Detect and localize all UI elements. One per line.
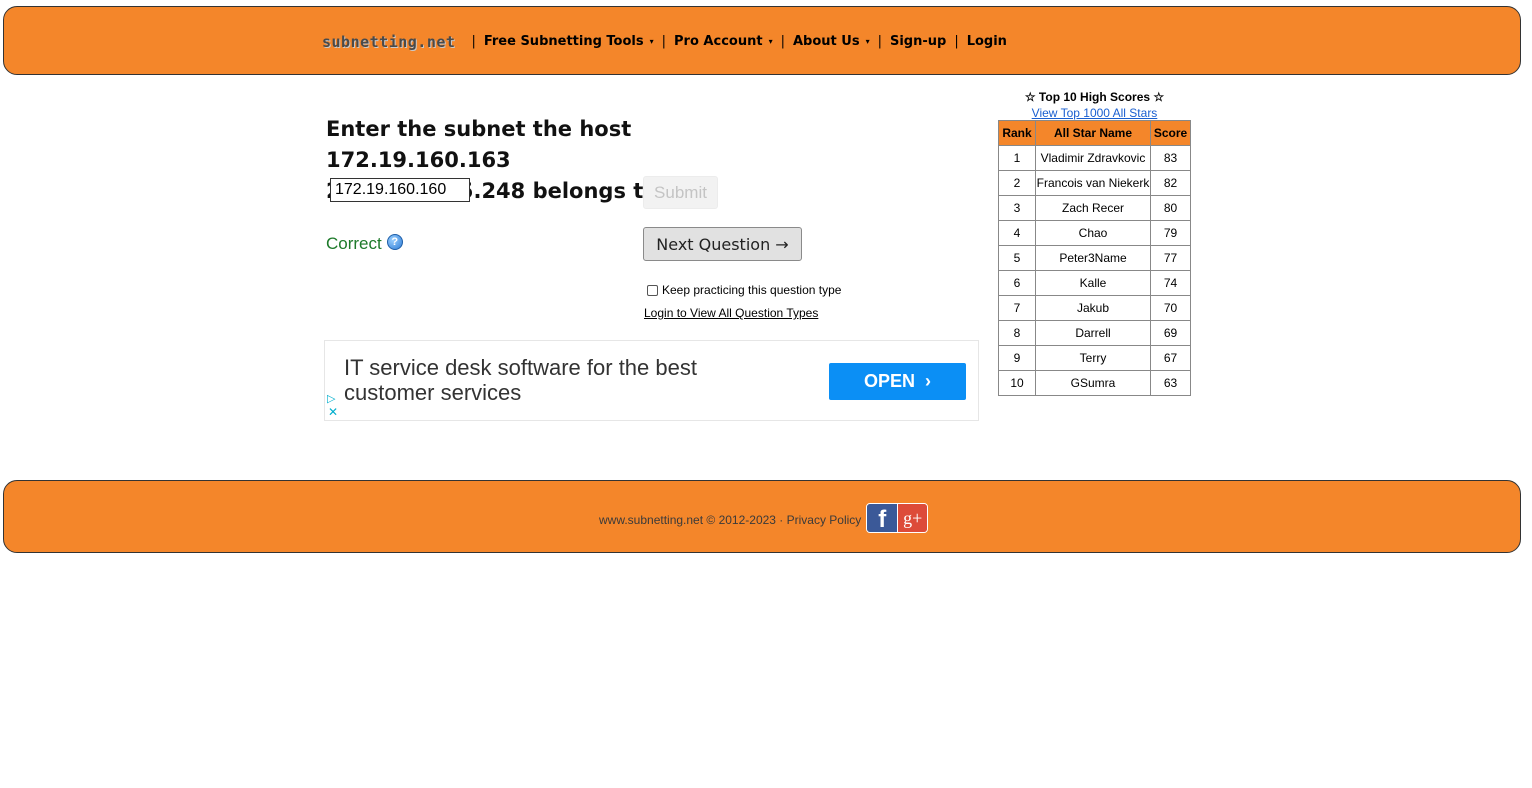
rank-cell: 2 — [998, 170, 1036, 196]
name-cell: GSumra — [1035, 370, 1151, 396]
table-row: 2 Francois van Niekerk 82 — [998, 170, 1191, 196]
site-header: subnetting.net | Free Subnetting Tools ▾… — [3, 6, 1521, 75]
nav-label: Free Subnetting Tools — [483, 34, 644, 49]
rank-cell: 7 — [998, 295, 1036, 321]
nav-sign-up[interactable]: Sign-up — [890, 34, 946, 49]
nav-label: Pro Account — [674, 34, 763, 49]
rank-cell: 6 — [998, 270, 1036, 296]
table-row: 8 Darrell 69 — [998, 320, 1191, 346]
view-all-stars-link[interactable]: View Top 1000 All Stars — [998, 106, 1191, 120]
keep-practicing-label: Keep practicing this question type — [662, 283, 842, 297]
ad-text[interactable]: IT service desk software for the best cu… — [344, 355, 764, 405]
result-text: Correct — [326, 234, 382, 253]
ad-banner[interactable]: IT service desk software for the best cu… — [324, 340, 979, 421]
login-question-types-link[interactable]: Login to View All Question Types — [644, 306, 818, 320]
close-icon[interactable]: ✕ — [328, 405, 338, 419]
nav-separator: | — [877, 34, 882, 49]
chevron-down-icon: ▾ — [649, 37, 654, 46]
nav-pro-account[interactable]: Pro Account ▾ — [674, 34, 773, 49]
table-row: 5 Peter3Name 77 — [998, 245, 1191, 271]
main-nav: subnetting.net | Free Subnetting Tools ▾… — [322, 7, 1007, 76]
name-cell: Vladimir Zdravkovic — [1035, 145, 1151, 171]
nav-login[interactable]: Login — [967, 34, 1007, 49]
name-cell: Chao — [1035, 220, 1151, 246]
question-mark-icon[interactable]: ? — [386, 234, 403, 250]
keep-practicing-option[interactable]: Keep practicing this question type — [647, 283, 841, 297]
high-scores-table: Rank All Star Name Score 1 Vladimir Zdra… — [998, 120, 1191, 396]
table-row: 1 Vladimir Zdravkovic 83 — [998, 145, 1191, 171]
table-row: 7 Jakub 70 — [998, 295, 1191, 321]
table-row: 6 Kalle 74 — [998, 270, 1191, 296]
ad-open-button[interactable]: OPEN › — [829, 363, 966, 400]
rank-cell: 1 — [998, 145, 1036, 171]
ad-open-label: OPEN — [863, 371, 915, 391]
submit-button[interactable]: Submit — [643, 176, 718, 209]
chevron-down-icon: ▾ — [865, 37, 870, 46]
table-row: 4 Chao 79 — [998, 220, 1191, 246]
site-logo[interactable]: subnetting.net — [322, 33, 455, 51]
score-cell: 77 — [1150, 245, 1191, 271]
facebook-icon[interactable]: f — [867, 504, 898, 532]
nav-separator: | — [780, 34, 785, 49]
rank-cell: 3 — [998, 195, 1036, 221]
score-cell: 80 — [1150, 195, 1191, 221]
keep-practicing-checkbox[interactable] — [647, 284, 658, 296]
nav-separator: | — [471, 34, 476, 49]
ad-choices-icon[interactable]: ▷ — [327, 392, 335, 405]
score-cell: 70 — [1150, 295, 1191, 321]
nav-separator: | — [954, 34, 959, 49]
question-line-1: Enter the subnet the host 172.19.160.163 — [326, 117, 632, 172]
name-cell: Zach Recer — [1035, 195, 1151, 221]
name-cell: Kalle — [1035, 270, 1151, 296]
privacy-policy-link[interactable]: Privacy Policy — [787, 513, 862, 527]
google-plus-icon[interactable]: g+ — [897, 504, 927, 532]
table-row: 9 Terry 67 — [998, 345, 1191, 371]
score-cell: 74 — [1150, 270, 1191, 296]
footer-text: www.subnetting.net © 2012-2023 · Privacy… — [599, 513, 861, 527]
table-header-row: Rank All Star Name Score — [998, 120, 1191, 146]
score-cell: 79 — [1150, 220, 1191, 246]
name-cell: Peter3Name — [1035, 245, 1151, 271]
column-header-score: Score — [1150, 120, 1191, 146]
chevron-right-icon: › — [925, 371, 931, 391]
copyright-text: www.subnetting.net © 2012-2023 · — [599, 513, 787, 527]
score-cell: 82 — [1150, 170, 1191, 196]
column-header-rank: Rank — [998, 120, 1036, 146]
chevron-down-icon: ▾ — [768, 37, 773, 46]
score-cell: 63 — [1150, 370, 1191, 396]
answer-input[interactable] — [330, 178, 470, 202]
score-cell: 69 — [1150, 320, 1191, 346]
name-cell: Darrell — [1035, 320, 1151, 346]
site-footer: www.subnetting.net © 2012-2023 · Privacy… — [3, 480, 1521, 553]
nav-separator: | — [661, 34, 667, 49]
rank-cell: 10 — [998, 370, 1036, 396]
social-links: f g+ — [866, 503, 928, 533]
table-row: 10 GSumra 63 — [998, 370, 1191, 396]
nav-free-subnetting-tools[interactable]: Free Subnetting Tools ▾ — [484, 34, 654, 49]
score-cell: 67 — [1150, 345, 1191, 371]
column-header-name: All Star Name — [1035, 120, 1151, 146]
rank-cell: 8 — [998, 320, 1036, 346]
nav-about-us[interactable]: About Us ▾ — [793, 34, 870, 49]
rank-cell: 4 — [998, 220, 1036, 246]
name-cell: Terry — [1035, 345, 1151, 371]
score-cell: 83 — [1150, 145, 1191, 171]
table-row: 3 Zach Recer 80 — [998, 195, 1191, 221]
result-status: Correct ? — [326, 234, 403, 254]
name-cell: Francois van Niekerk — [1035, 170, 1151, 196]
nav-label: About Us — [792, 34, 860, 49]
name-cell: Jakub — [1035, 295, 1151, 321]
rank-cell: 9 — [998, 345, 1036, 371]
rank-cell: 5 — [998, 245, 1036, 271]
next-question-button[interactable]: Next Question → — [643, 227, 802, 261]
high-scores-title: ☆ Top 10 High Scores ☆ — [1024, 90, 1165, 104]
